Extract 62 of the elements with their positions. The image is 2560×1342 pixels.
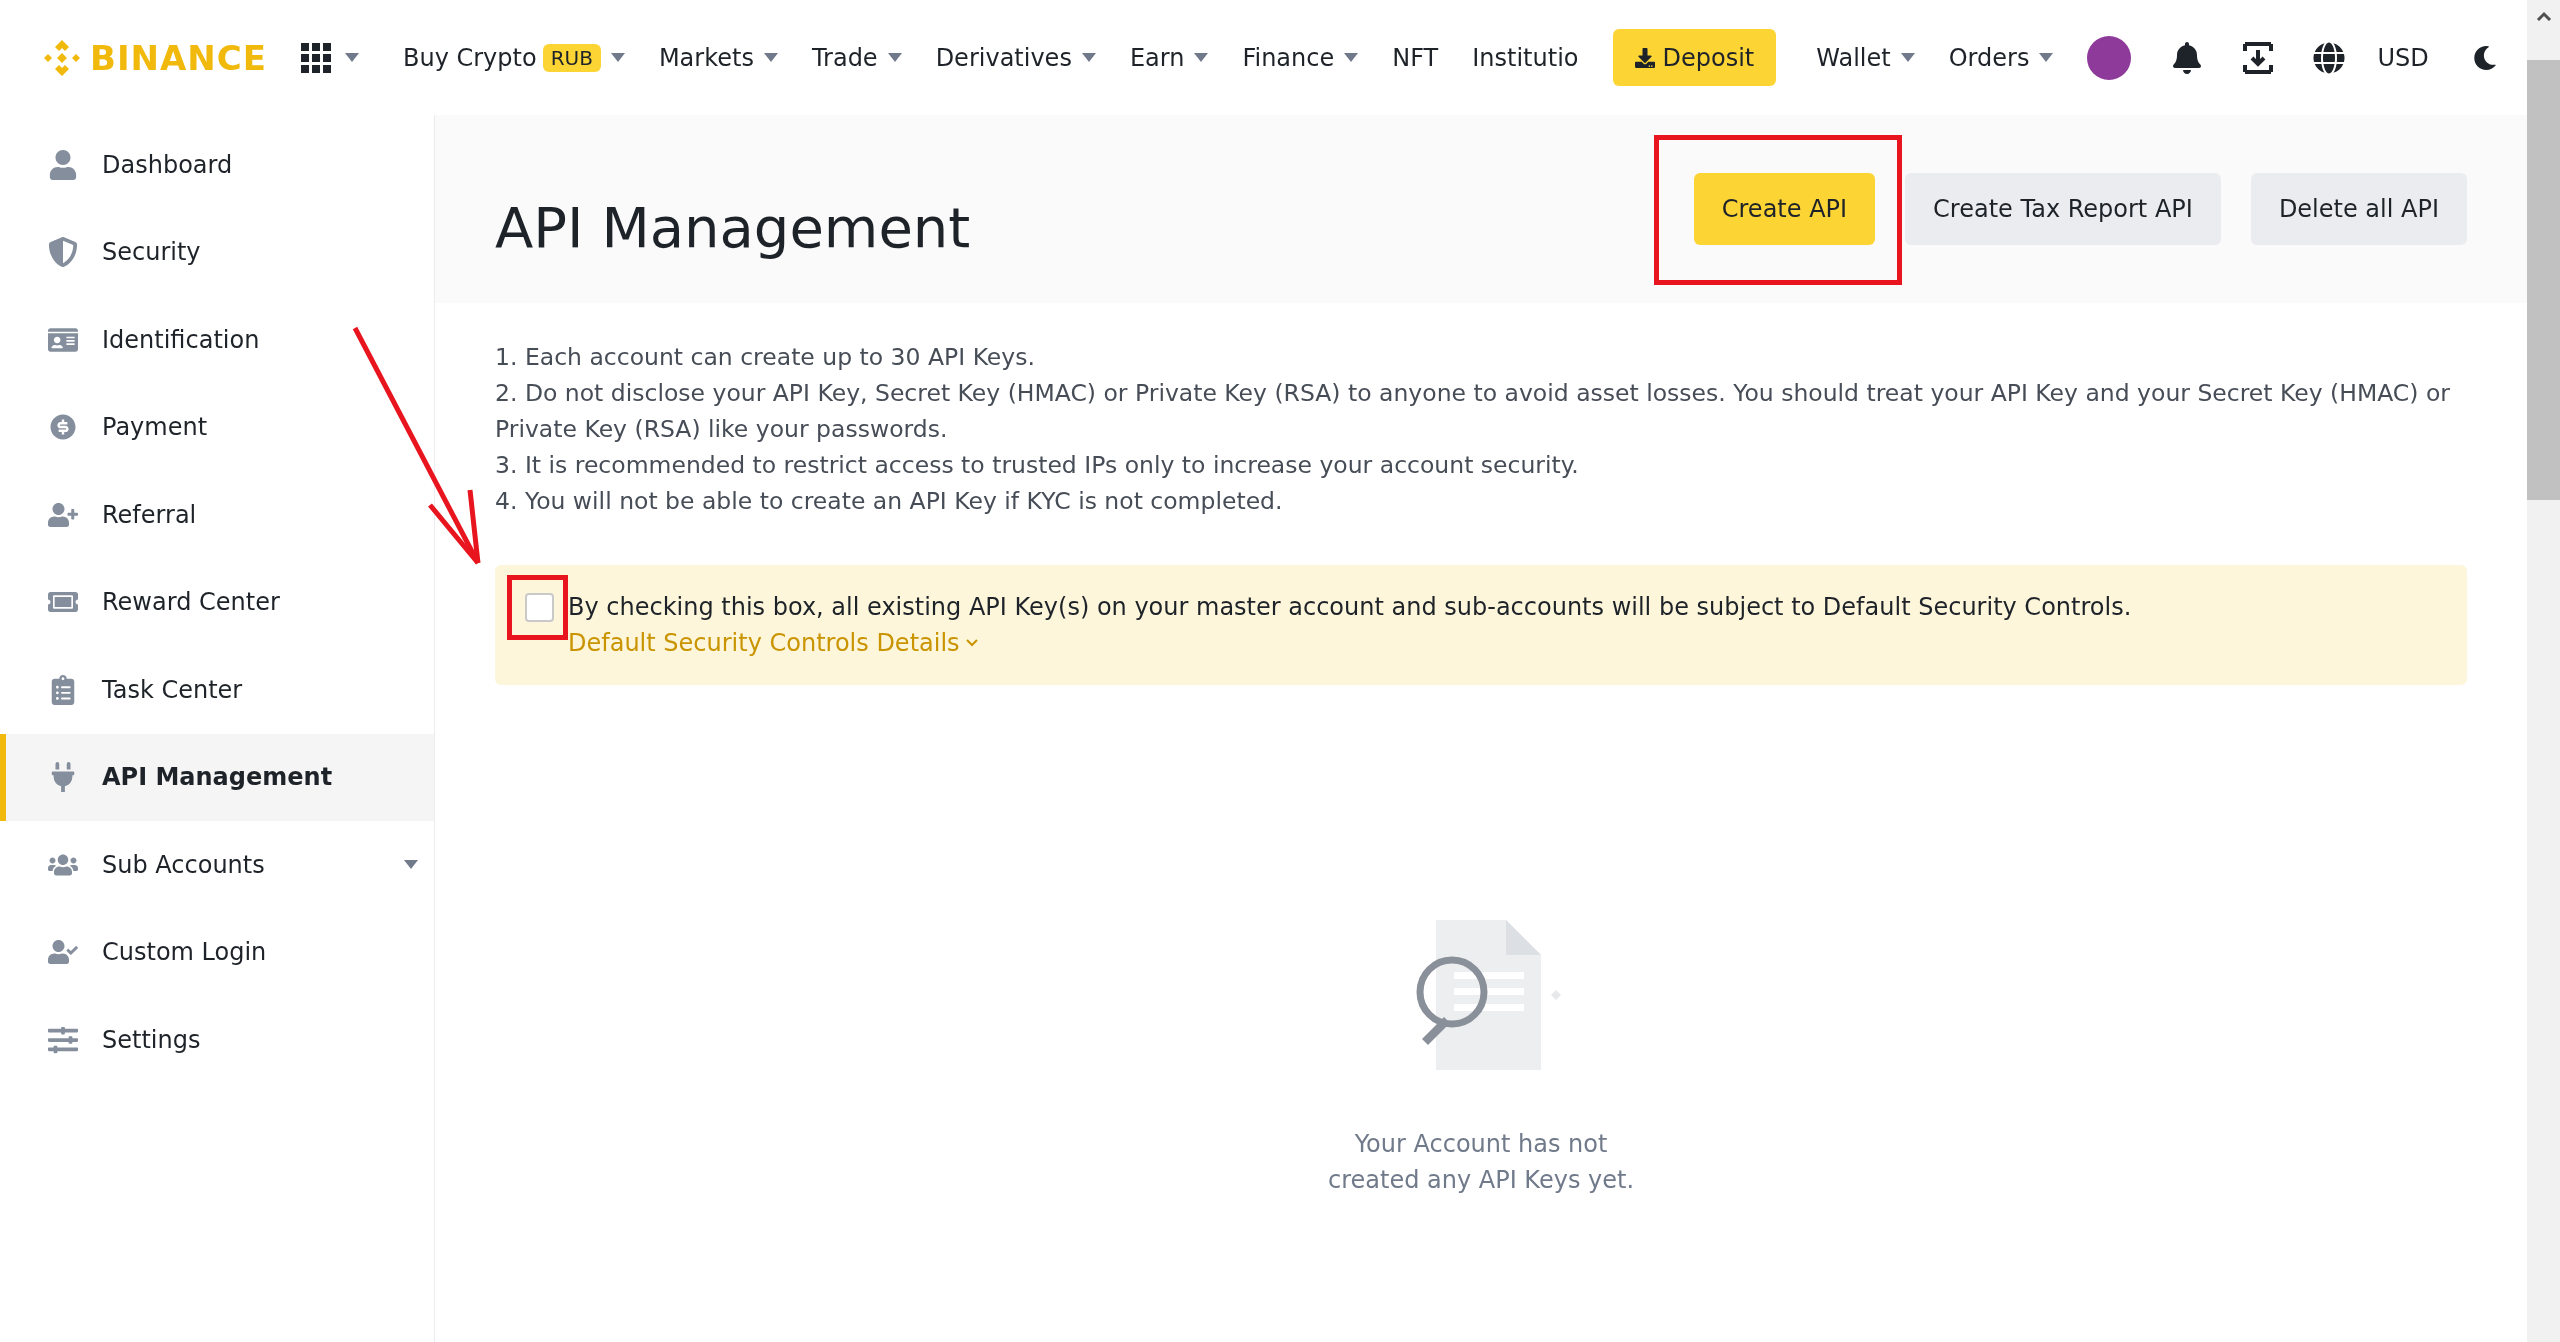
nav-link[interactable]: Wallet [1816,43,1891,72]
sidebar-item[interactable]: Referral [0,471,434,559]
shield-icon [46,237,80,268]
empty-state-text: Your Account has not created any API Keys yet. [1326,1129,1635,1196]
info-text: 2. Do not disclose your API Key, Secret Key (HMAC) or Private Key (RSA) to anyone to avoid asset losses. You should treat your API Key and your Secret Key (HMAC) or Private Key (RSA) like your passwords. [495,378,2451,445]
sidebar-item[interactable]: API Management [0,733,434,821]
action-button[interactable]: Create API [1693,173,1876,245]
sidebar-item[interactable]: Sub Accounts [0,821,434,909]
sidebar-label: Referral [102,500,198,529]
logo-icon [42,37,82,78]
sidebar-item[interactable]: Identification [0,296,434,384]
sidebar-label: Reward Center [102,588,281,617]
sidebar-label: Custom Login [102,938,268,967]
nav-link[interactable]: Finance [1242,43,1335,72]
sidebar-label: Identification [102,325,261,354]
globe-icon[interactable] [2313,41,2346,74]
apps-menu[interactable] [300,42,359,73]
sidebar-label: Payment [102,413,209,442]
info-text: 3. It is recommended to restrict access to trusted IPs only to increase your account security. [495,450,1580,481]
sidebar-item[interactable]: Reward Center [0,558,434,646]
sidebar-label: Task Center [102,675,244,704]
action-button[interactable]: Create Tax Report API [1905,173,2221,245]
nav-link[interactable]: Trade [811,43,878,72]
nav-link[interactable]: Earn [1129,43,1185,72]
download-icon [1634,47,1655,68]
bell-icon[interactable] [2171,41,2204,74]
currency-selector[interactable]: USD [2377,43,2429,72]
currency-badge: RUB [542,43,601,72]
sliders-icon [46,1024,80,1055]
nav-link[interactable]: NFT [1392,43,1439,72]
sidebar-label: Sub Accounts [102,850,266,879]
sidebar-label: Security [102,238,202,267]
scrollbar[interactable] [2527,0,2560,1342]
page-title: API Management [495,193,972,260]
sidebar-label: API Management [102,763,334,792]
sidebar-item[interactable]: Task Center [0,646,434,734]
info-text: 4. You will not be able to create an API Key if KYC is not completed. [495,486,1284,517]
deposit-button[interactable]: Deposit [1612,29,1777,86]
sidebar-item[interactable]: Settings [0,996,434,1084]
grid-icon [300,42,331,73]
sidebar-item[interactable]: Custom Login [0,908,434,996]
nav-link[interactable]: Institutio [1472,43,1579,72]
notice-text: By checking this box, all existing API Key(s) on your master account and sub-accounts will be subject to Default Security Controls. [568,592,2132,623]
info-text: 1. Each account can create up to 30 API Keys. [495,342,1036,373]
nav-link[interactable]: Derivatives [935,43,1072,72]
chevron-down-icon [965,639,978,647]
sidebar-item[interactable]: Payment [0,383,434,471]
sidebar-item[interactable]: Dashboard [0,121,434,209]
checkbox[interactable] [525,593,554,622]
download-box-icon[interactable] [2243,41,2274,74]
sidebar-label: Dashboard [102,150,234,179]
moon-icon[interactable] [2472,45,2497,70]
sidebar-item[interactable]: Security [0,208,434,296]
logo-text: BINANCE [90,37,267,78]
scroll-up-icon[interactable] [2535,11,2552,21]
sidebar-label: Settings [102,1025,202,1054]
nav-link[interactable]: Markets [658,43,754,72]
action-button[interactable]: Delete all API [2250,173,2467,245]
nav-link[interactable]: Orders [1948,43,2030,72]
highlight-frame [507,575,568,640]
nav-link[interactable]: Buy Crypto [402,43,537,72]
caret-icon [344,52,359,63]
